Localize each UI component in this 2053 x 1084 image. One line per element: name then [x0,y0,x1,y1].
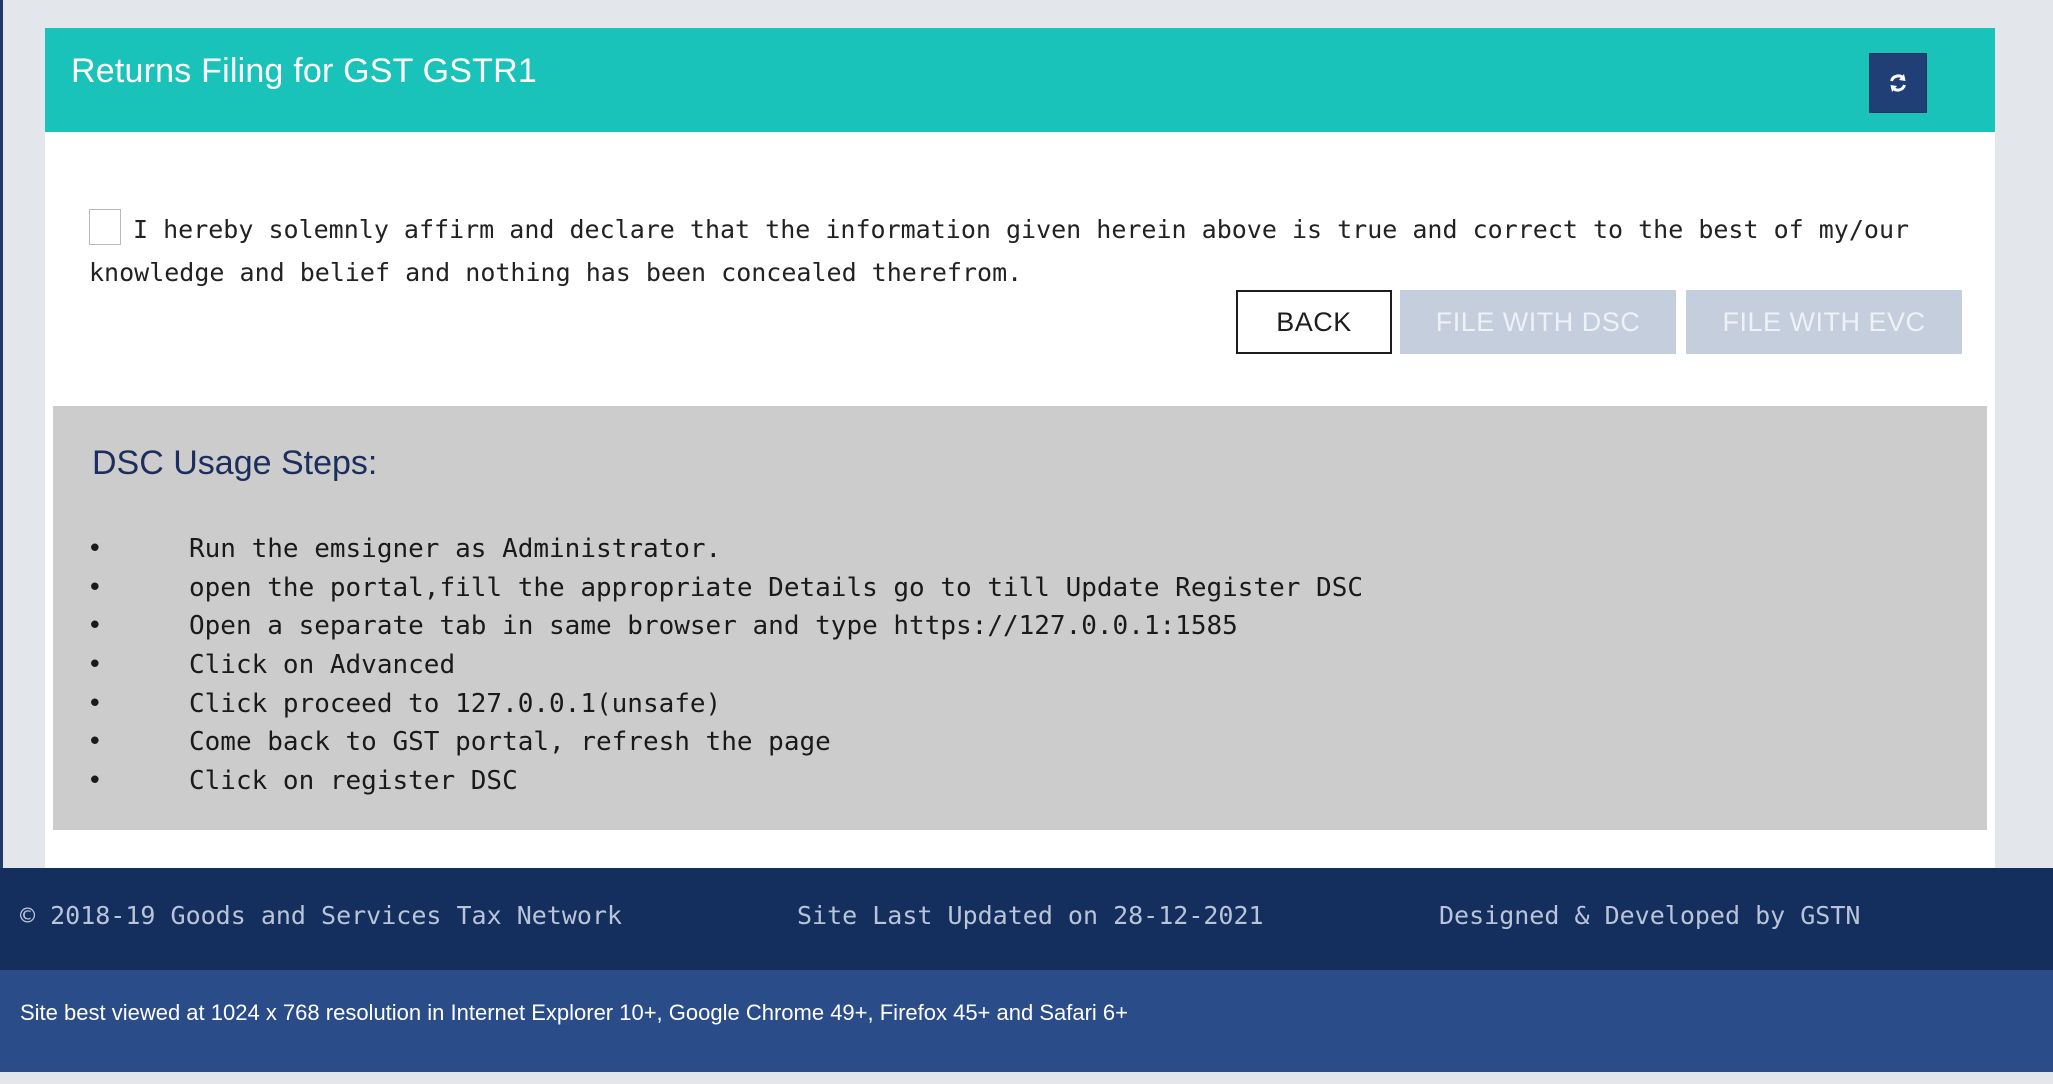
dsc-step-text: Open a separate tab in same browser and … [189,611,1238,642]
refresh-icon [1890,74,1906,92]
declaration: I hereby solemnly affirm and declare tha… [89,208,1939,294]
bullet: • [87,727,103,758]
panel-header: Returns Filing for GST GSTR1 [45,28,1995,132]
dsc-step-text: Click on register DSC [189,766,518,797]
bullet: • [87,650,103,681]
declaration-checkbox[interactable] [89,209,121,245]
footer-designed-by: Designed & Developed by GSTN [1439,901,1861,930]
bullet: • [87,688,103,719]
file-with-evc-button[interactable]: FILE WITH EVC [1686,290,1962,354]
footer-top: © 2018-19 Goods and Services Tax Network… [0,868,2053,970]
dsc-usage-steps-box: DSC Usage Steps: • Run the emsigner as Ad… [53,406,1987,830]
file-with-dsc-button[interactable]: FILE WITH DSC [1400,290,1676,354]
footer-copyright: © 2018-19 Goods and Services Tax Network [20,901,623,930]
declaration-text: I hereby solemnly affirm and declare tha… [89,215,1910,287]
footer-best-viewed: Site best viewed at 1024 x 768 resolutio… [20,1000,1129,1025]
back-button[interactable]: BACK [1236,290,1392,354]
footer-last-updated: Site Last Updated on 28-12-2021 [797,901,1264,930]
refresh-button[interactable] [1869,53,1927,113]
dsc-step-text: Click proceed to 127.0.0.1(unsafe) [189,688,722,719]
bullet: • [87,611,103,642]
window-bottom-edge [0,1072,2053,1084]
bullet: • [87,766,103,797]
returns-filing-panel: Returns Filing for GST GSTR1 I hereby so… [45,28,1995,868]
bullet: • [87,534,103,564]
panel-title: Returns Filing for GST GSTR1 [71,52,537,90]
bullet: • [87,572,103,603]
dsc-step-text: Click on Advanced [189,650,456,681]
dsc-step-text: Come back to GST portal, refresh the pag… [189,727,831,758]
dsc-step-text: Run the emsigner as Administrator. [189,534,722,564]
dsc-usage-title: DSC Usage Steps: [92,444,378,482]
dsc-step-text: open the portal,fill the appropriate Det… [189,572,1363,603]
footer-bottom: Site best viewed at 1024 x 768 resolutio… [0,970,2053,1072]
